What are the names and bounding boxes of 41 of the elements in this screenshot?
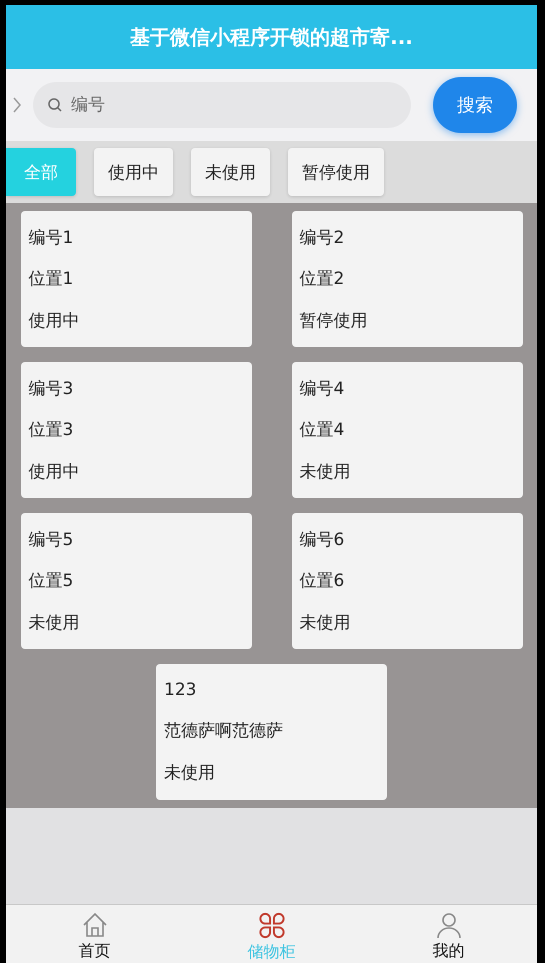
locker-number: 编号5 <box>28 529 74 552</box>
locker-number: 编号3 <box>28 378 74 400</box>
page-title: 基于微信小程序开锁的超市寄... <box>130 24 413 50</box>
locker-location: 位置1 <box>28 268 74 290</box>
locker-location: 位置2 <box>300 268 346 290</box>
locker-status: 未使用 <box>300 460 352 483</box>
tab-label[interactable]: 首页 <box>78 941 110 962</box>
locker-card[interactable]: 编号5 位置5 未使用 <box>20 513 252 649</box>
locker-card[interactable]: 编号4 位置4 未使用 <box>292 362 522 498</box>
locker-number: 编号4 <box>300 378 346 400</box>
locker-status: 未使用 <box>300 612 352 634</box>
locker-location: 范德萨啊范德萨 <box>164 720 284 742</box>
locker-location: 位置4 <box>300 419 346 442</box>
locker-card[interactable]: 123 范德萨啊范德萨 未使用 <box>156 664 387 800</box>
locker-status: 未使用 <box>28 612 80 634</box>
home-icon[interactable] <box>80 911 108 939</box>
locker-card[interactable]: 编号3 位置3 使用中 <box>20 362 252 498</box>
search-button[interactable]: 搜索 <box>433 77 517 133</box>
filter-tab[interactable]: 未使用 <box>191 148 270 196</box>
user-icon[interactable] <box>434 911 462 939</box>
locker-location: 位置3 <box>28 419 74 442</box>
search-field[interactable]: 编号 <box>33 82 411 128</box>
clover-icon[interactable] <box>256 911 286 940</box>
locker-number: 编号1 <box>28 227 74 250</box>
locker-location: 位置6 <box>300 570 346 592</box>
locker-number: 123 <box>164 680 198 700</box>
chevron-right-icon[interactable] <box>13 97 21 113</box>
locker-card[interactable]: 编号1 位置1 使用中 <box>20 211 252 347</box>
locker-number: 编号6 <box>300 529 346 552</box>
locker-status: 使用中 <box>28 460 80 483</box>
search-icon <box>47 97 63 113</box>
filter-tab[interactable]: 使用中 <box>94 148 173 196</box>
locker-location: 位置5 <box>28 570 74 592</box>
locker-status: 使用中 <box>28 310 80 332</box>
locker-card[interactable]: 编号2 位置2 暂停使用 <box>292 211 522 347</box>
locker-card[interactable]: 编号6 位置6 未使用 <box>292 513 522 649</box>
locker-status: 暂停使用 <box>300 310 368 332</box>
locker-number: 编号2 <box>300 227 346 250</box>
locker-status: 未使用 <box>164 762 216 784</box>
filter-tab[interactable]: 暂停使用 <box>288 148 384 196</box>
tab-label[interactable]: 我的 <box>432 941 464 962</box>
